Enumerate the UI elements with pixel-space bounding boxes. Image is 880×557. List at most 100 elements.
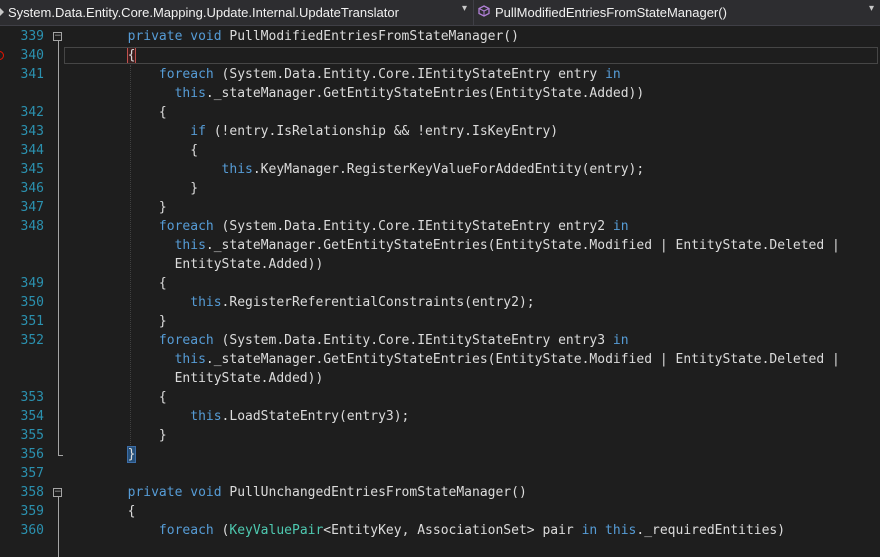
keyword-token: in this (581, 523, 637, 538)
code-text[interactable]: this.LoadStateEntry(entry3); (65, 407, 409, 426)
line-number: 345 (20, 162, 44, 177)
code-line[interactable]: this._stateManager.GetEntityStateEntries… (0, 84, 880, 103)
code-token: } (127, 181, 199, 196)
code-line[interactable]: 343 if (!entry.IsRelationship && !entry.… (0, 122, 880, 141)
keyword-token: foreach (127, 333, 222, 348)
code-line[interactable]: 358 private void PullUnchangedEntriesFro… (0, 483, 880, 502)
code-text[interactable]: this.KeyManager.RegisterKeyValueForAdded… (65, 160, 645, 179)
line-number: 357 (20, 466, 44, 481)
keyword-token: this (127, 295, 222, 310)
collapse-toggle-icon[interactable]: − (53, 32, 62, 41)
code-token: .RegisterReferentialConstraints(entry2); (221, 295, 535, 310)
keyword-token: foreach (127, 523, 222, 538)
code-line[interactable]: this._stateManager.GetEntityStateEntries… (0, 350, 880, 369)
line-number: 341 (20, 67, 44, 82)
keyword-token: foreach (127, 67, 222, 82)
code-text[interactable]: { (65, 388, 167, 407)
code-editor[interactable]: 339 private void PullModifiedEntriesFrom… (0, 26, 880, 557)
chevron-down-icon[interactable]: ▾ (869, 3, 874, 14)
code-text[interactable]: { (65, 141, 198, 160)
code-token: ._requiredEntities) (636, 523, 786, 538)
code-text[interactable]: if (!entry.IsRelationship && !entry.IsKe… (65, 122, 558, 141)
code-token: EntityState.Added)) (127, 371, 324, 386)
code-text[interactable]: this._stateManager.GetEntityStateEntries… (65, 236, 840, 255)
code-line[interactable]: 346 } (0, 179, 880, 198)
code-token: (System.Data.Entity.Core.IEntityStateEnt… (221, 219, 613, 234)
code-token: ._stateManager.GetEntityStateEntries(Ent… (205, 352, 840, 367)
code-text[interactable]: } (65, 179, 198, 198)
indent-guide (129, 65, 131, 445)
code-line[interactable]: 347 } (0, 198, 880, 217)
keyword-token: this (127, 86, 206, 101)
chevron-down-icon[interactable]: ▾ (462, 3, 467, 14)
line-number: 349 (20, 276, 44, 291)
code-text[interactable]: this.RegisterReferentialConstraints(entr… (65, 293, 535, 312)
code-token: ._stateManager.GetEntityStateEntries(Ent… (205, 86, 645, 101)
code-line[interactable]: 348 foreach (System.Data.Entity.Core.IEn… (0, 217, 880, 236)
keyword-token: this (127, 162, 253, 177)
line-number: 342 (20, 105, 44, 120)
keyword-token: this (127, 352, 206, 367)
code-token: (System.Data.Entity.Core.IEntityStateEnt… (221, 333, 613, 348)
code-line[interactable]: 357 (0, 464, 880, 483)
code-line[interactable]: 351 } (0, 312, 880, 331)
code-text[interactable]: foreach (System.Data.Entity.Core.IEntity… (65, 65, 621, 84)
keyword-token: this (127, 238, 206, 253)
line-number: 360 (20, 523, 44, 538)
line-number: 351 (20, 314, 44, 329)
code-text[interactable]: foreach (System.Data.Entity.Core.IEntity… (65, 331, 629, 350)
code-text[interactable]: private void PullUnchangedEntriesFromSta… (65, 483, 527, 502)
code-text[interactable]: EntityState.Added)) (65, 369, 324, 388)
code-text[interactable]: foreach (KeyValuePair<EntityKey, Associa… (65, 521, 785, 540)
member-selector-dropdown[interactable]: PullModifiedEntriesFromStateManager() ▾ (474, 0, 880, 25)
code-text[interactable]: foreach (System.Data.Entity.Core.IEntity… (65, 217, 629, 236)
code-text[interactable]: { (65, 502, 136, 521)
keyword-token: foreach (127, 219, 222, 234)
code-token: EntityState.Added)) (127, 257, 324, 272)
code-line[interactable]: 359 { (0, 502, 880, 521)
code-line[interactable]: 353 { (0, 388, 880, 407)
code-text[interactable]: { (65, 103, 167, 122)
code-line[interactable]: 341 foreach (System.Data.Entity.Core.IEn… (0, 65, 880, 84)
code-text[interactable]: } (65, 426, 167, 445)
code-line[interactable]: this._stateManager.GetEntityStateEntries… (0, 236, 880, 255)
keyword-token: private void (127, 485, 230, 500)
collapse-toggle-icon[interactable]: − (53, 488, 62, 497)
code-text[interactable]: } (65, 312, 167, 331)
line-number: 356 (20, 447, 44, 462)
outline-bracket (58, 497, 59, 557)
code-token: { (127, 504, 136, 519)
outline-end-tick (58, 455, 63, 456)
code-line[interactable]: 345 this.KeyManager.RegisterKeyValueForA… (0, 160, 880, 179)
keyword-token: private void (127, 29, 230, 44)
code-text[interactable]: { (65, 274, 167, 293)
code-line[interactable]: EntityState.Added)) (0, 255, 880, 274)
code-line[interactable]: 342 { (0, 103, 880, 122)
code-text[interactable]: this._stateManager.GetEntityStateEntries… (65, 350, 840, 369)
code-text[interactable]: EntityState.Added)) (65, 255, 324, 274)
project-marker-icon (0, 8, 4, 16)
code-line[interactable]: 352 foreach (System.Data.Entity.Core.IEn… (0, 331, 880, 350)
code-text[interactable]: this._stateManager.GetEntityStateEntries… (65, 84, 645, 103)
code-line[interactable]: 355 } (0, 426, 880, 445)
code-line[interactable]: 344 { (0, 141, 880, 160)
code-line[interactable]: 349 { (0, 274, 880, 293)
line-number: 352 (20, 333, 44, 348)
code-text[interactable]: private void PullModifiedEntriesFromStat… (65, 27, 519, 46)
code-line[interactable]: 354 this.LoadStateEntry(entry3); (0, 407, 880, 426)
type-selector-label: System.Data.Entity.Core.Mapping.Update.I… (8, 5, 399, 20)
line-number: 339 (20, 29, 44, 44)
line-number: 353 (20, 390, 44, 405)
code-line[interactable]: 356 } (0, 445, 880, 464)
keyword-token: in (612, 333, 629, 348)
code-line[interactable]: 360 foreach (KeyValuePair<EntityKey, Ass… (0, 521, 880, 540)
code-line[interactable]: 350 this.RegisterReferentialConstraints(… (0, 293, 880, 312)
code-text[interactable]: } (65, 198, 167, 217)
code-token: (!entry.IsRelationship && !entry.IsKeyEn… (213, 124, 559, 139)
type-selector-dropdown[interactable]: System.Data.Entity.Core.Mapping.Update.I… (0, 0, 474, 25)
line-number: 354 (20, 409, 44, 424)
code-line[interactable]: EntityState.Added)) (0, 369, 880, 388)
code-text[interactable]: } (65, 445, 137, 464)
code-text[interactable] (65, 464, 128, 483)
code-line[interactable]: 339 private void PullModifiedEntriesFrom… (0, 27, 880, 46)
